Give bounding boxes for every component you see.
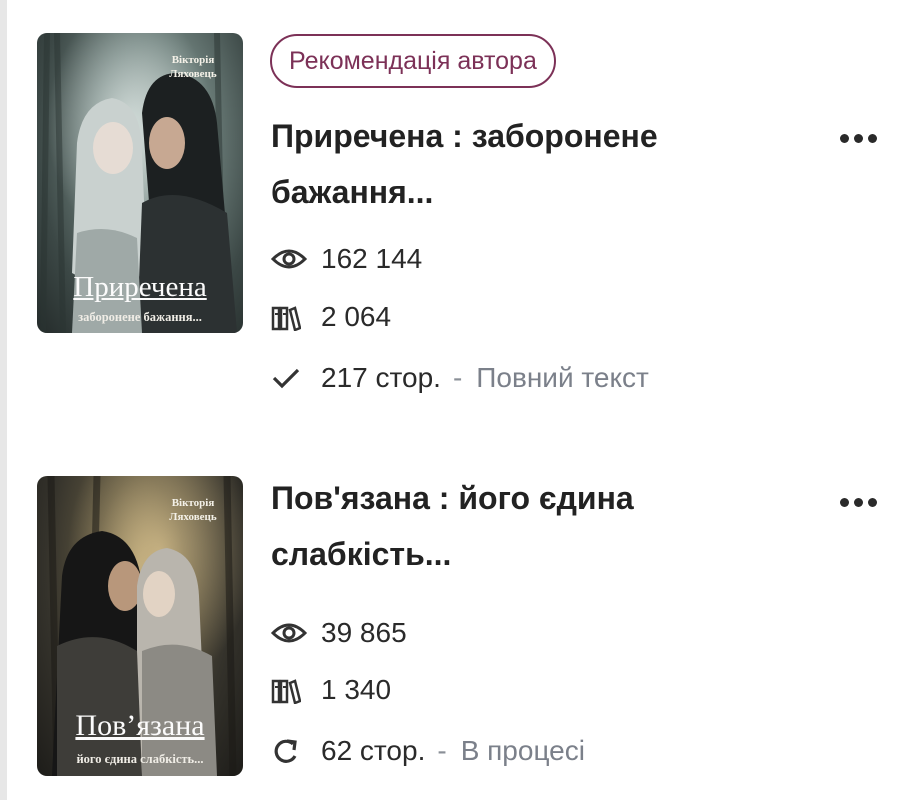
views-stat: 162 144 xyxy=(271,241,422,277)
library-stat: 2 064 xyxy=(271,299,391,335)
author-recommendation-badge: Рекомендація автора xyxy=(270,34,556,88)
library-stat: 1 340 xyxy=(271,672,391,708)
dot-icon xyxy=(867,497,877,507)
dot-icon xyxy=(867,133,877,143)
page-count: 62 стор. xyxy=(321,735,426,766)
more-options-button[interactable] xyxy=(838,492,878,512)
status-label: В процесі xyxy=(460,735,585,766)
cover-title: Пов’язана xyxy=(75,709,205,742)
pages-stat: 217 стор. - Повний текст xyxy=(271,360,649,396)
eye-icon xyxy=(271,241,307,277)
dot-icon xyxy=(853,497,863,507)
library-books-icon xyxy=(271,299,307,335)
page-count: 217 стор. xyxy=(321,362,441,393)
views-count: 162 144 xyxy=(321,243,423,274)
book-card[interactable]: Вікторія Ляховець Пов’язана його єдина с… xyxy=(0,440,922,800)
pages-stat: 62 стор. - В процесі xyxy=(271,733,585,769)
book-title[interactable]: Пов'язана : його єдина слабкість... xyxy=(271,470,741,582)
book-cover[interactable]: Вікторія Ляховець Приречена заборонене б… xyxy=(37,33,243,333)
status-label: Повний текст xyxy=(476,362,649,393)
separator: - xyxy=(437,735,447,766)
cover-author: Вікторія Ляховець xyxy=(169,54,217,80)
cover-subtitle: заборонене бажання... xyxy=(78,310,202,324)
book-card[interactable]: Вікторія Ляховець Приречена заборонене б… xyxy=(0,0,922,420)
views-stat: 39 865 xyxy=(271,615,407,651)
book-title[interactable]: Приречена : заборонене бажання... xyxy=(271,108,741,220)
cover-title: Приречена xyxy=(73,271,207,303)
cover-subtitle: його єдина слабкість... xyxy=(76,752,204,766)
check-icon xyxy=(271,360,307,396)
views-count: 39 865 xyxy=(321,617,407,648)
separator: - xyxy=(452,362,463,393)
dot-icon xyxy=(839,133,849,143)
library-count: 1 340 xyxy=(321,674,392,705)
dot-icon xyxy=(853,133,863,143)
dot-icon xyxy=(839,497,849,507)
library-count: 2 064 xyxy=(321,301,392,332)
library-books-icon xyxy=(271,672,307,708)
more-options-button[interactable] xyxy=(838,128,878,148)
cover-author: Вікторія Ляховець xyxy=(169,497,217,523)
refresh-icon xyxy=(271,733,307,769)
book-cover[interactable]: Вікторія Ляховець Пов’язана його єдина с… xyxy=(37,476,243,776)
eye-icon xyxy=(271,615,307,651)
